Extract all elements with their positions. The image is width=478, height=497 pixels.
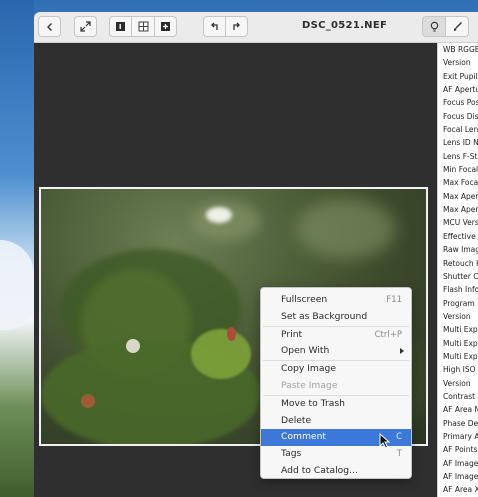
properties-toggle-button[interactable] [422, 16, 446, 37]
context-menu: Fullscreen F11 Set as Background Print C… [260, 287, 412, 479]
single-image-icon [116, 22, 125, 31]
menu-item-label: Delete [281, 414, 312, 426]
menu-item-set-as-background[interactable]: Set as Background [261, 309, 411, 326]
property-row: Phase De [443, 418, 478, 428]
menu-item-label: Copy Image [281, 363, 336, 375]
property-row: Focus Pos [443, 98, 478, 108]
property-row: AF Image [443, 458, 478, 468]
grid-icon [138, 21, 148, 32]
menu-item-fullscreen[interactable]: Fullscreen F11 [261, 292, 411, 309]
menu-item-label: Paste Image [281, 379, 338, 391]
menu-item-label: Print [281, 328, 303, 340]
lightbulb-icon [430, 21, 438, 32]
property-row: AF Area X [443, 485, 478, 495]
property-row: Focus Dis [443, 111, 478, 121]
plus-box-icon [161, 22, 170, 31]
submenu-arrow-icon [400, 348, 404, 355]
menu-item-label: Comment [281, 431, 327, 443]
rotate-right-icon [233, 22, 240, 30]
mouse-pointer-icon [379, 433, 391, 449]
menu-item-accelerator: F11 [386, 295, 402, 305]
rotate-left-button[interactable] [203, 16, 226, 37]
menu-item-open-with[interactable]: Open With [261, 343, 411, 360]
property-row: Exit Pupil [443, 71, 478, 81]
property-row: Primary A [443, 431, 478, 441]
property-row: AF Points [443, 445, 478, 455]
menu-item-label: Add to Catalog... [281, 464, 358, 476]
menu-item-delete[interactable]: Delete [261, 413, 411, 430]
menu-item-accelerator: C [396, 432, 402, 443]
window-title: DSC_0521.NEF [302, 20, 388, 31]
desktop-background [0, 0, 34, 497]
view-single-button[interactable] [109, 16, 132, 37]
edit-button[interactable] [445, 16, 469, 37]
chevron-left-icon [46, 22, 52, 31]
menu-item-move-to-trash[interactable]: Move to Trash [261, 396, 411, 413]
menu-item-label: Tags [281, 448, 302, 460]
rotate-right-button[interactable] [225, 16, 248, 37]
back-button[interactable] [38, 16, 61, 37]
property-row: Focal Len [443, 125, 478, 135]
property-row: WB RGGB [443, 45, 478, 54]
menu-item-label: Open With [281, 345, 330, 357]
menu-item-label: Set as Background [281, 310, 368, 322]
menu-item-label: Move to Trash [281, 397, 345, 409]
menu-item-print[interactable]: Print Ctrl+P [261, 327, 411, 344]
header-bar: DSC_0521.NEF [34, 12, 478, 43]
menu-item-paste-image: Paste Image [261, 378, 411, 395]
view-add-button[interactable] [154, 16, 177, 37]
expand-arrows-icon [80, 21, 91, 32]
menu-item-add-to-catalog[interactable]: Add to Catalog... [261, 463, 411, 480]
property-row: AF Apertu [443, 85, 478, 95]
menu-item-label: Fullscreen [281, 294, 328, 305]
watermark [464, 150, 474, 410]
menu-item-accelerator: T [396, 449, 402, 460]
menu-item-accelerator: Ctrl+P [374, 329, 402, 340]
view-grid-button[interactable] [131, 16, 155, 37]
fullscreen-button[interactable] [74, 16, 97, 37]
property-row: Version [443, 58, 471, 68]
brush-icon [453, 22, 462, 31]
rotate-left-icon [211, 22, 218, 30]
menu-item-copy-image[interactable]: Copy Image [261, 361, 411, 378]
property-row: Lens ID N [443, 138, 478, 148]
property-row: AF Image [443, 472, 478, 481]
desktop-cloud [0, 240, 34, 330]
